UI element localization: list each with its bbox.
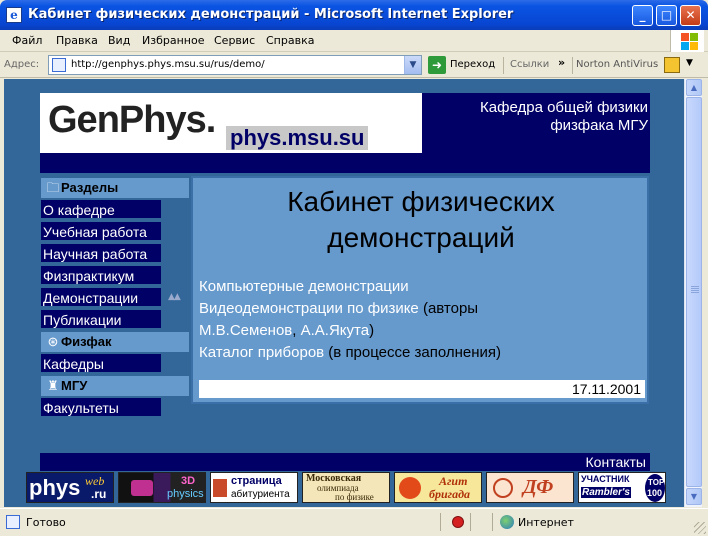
resize-grip[interactable] bbox=[694, 522, 706, 534]
menu-bar: Файл Правка Вид Избранное Сервис Справка bbox=[0, 30, 708, 52]
address-dropdown-button[interactable]: ▼ bbox=[404, 56, 421, 74]
nav-section-mgu[interactable]: ♜ МГУ bbox=[41, 376, 189, 396]
status-divider bbox=[470, 513, 471, 531]
title-bar: e Кабинет физических демонстраций - Micr… bbox=[0, 0, 708, 30]
logo-domain: phys.msu.su bbox=[226, 126, 369, 150]
page-status-icon bbox=[6, 515, 20, 529]
tagline-line1: Кафедра общей физики bbox=[480, 99, 648, 116]
toolbar-divider bbox=[503, 57, 504, 74]
tagline-line2: физфака МГУ bbox=[550, 117, 648, 134]
scroll-down-button[interactable]: ▼ bbox=[686, 488, 702, 505]
close-button[interactable]: ✕ bbox=[680, 5, 701, 26]
nav-section-label[interactable]: Физфак bbox=[61, 334, 112, 349]
link-catalog[interactable]: Каталог приборов bbox=[199, 344, 324, 361]
authors-text: (авторы bbox=[418, 300, 479, 317]
atom-icon: ⊛ bbox=[47, 334, 59, 349]
header-tagline: Кафедра общей физики физфака МГУ bbox=[424, 99, 648, 135]
norton-antivirus-label[interactable]: Norton AntiVirus bbox=[576, 59, 658, 70]
nav-item-kafedry[interactable]: Кафедры bbox=[41, 354, 161, 374]
go-arrow-icon[interactable]: ➜ bbox=[428, 56, 446, 74]
maximize-button[interactable]: □ bbox=[656, 5, 677, 26]
nav-section-label[interactable]: МГУ bbox=[61, 378, 87, 393]
banner-olympiad[interactable]: Московская олимпиада по физике bbox=[302, 472, 390, 503]
menu-favorites[interactable]: Избранное bbox=[142, 34, 204, 47]
scroll-thumb[interactable] bbox=[686, 97, 702, 487]
3d-cube-icon bbox=[131, 480, 153, 496]
banner-df[interactable]: ДФ bbox=[486, 472, 574, 503]
authors-separator: , bbox=[292, 322, 301, 339]
active-arrows-icon: ▲▲ bbox=[168, 292, 181, 302]
minimize-button[interactable]: _ bbox=[632, 5, 653, 26]
address-input[interactable]: http://genphys.phys.msu.su/rus/demo/ ▼ bbox=[48, 55, 422, 75]
banner-rambler-top100[interactable]: УЧАСТНИК Rambler's TOP 100 bbox=[578, 472, 666, 503]
vertical-scrollbar[interactable]: ▲ ▼ bbox=[684, 79, 702, 507]
main-content: Кабинет физических демонстраций Компьюте… bbox=[191, 176, 649, 404]
contacts-link[interactable]: Контакты bbox=[40, 453, 650, 471]
banner-abiturient[interactable]: страница абитуриента bbox=[210, 472, 298, 503]
agitbrigada-logo-icon bbox=[399, 477, 421, 499]
norton-dropdown-icon[interactable]: ▼ bbox=[686, 58, 693, 68]
authors-close: ) bbox=[369, 322, 375, 339]
catalog-note: (в процессе заполнения) bbox=[324, 344, 502, 361]
links-button[interactable]: Ссылки bbox=[510, 59, 549, 70]
building-icon: ♜ bbox=[47, 378, 59, 393]
banner-physweb[interactable]: phys web .ru bbox=[26, 472, 114, 503]
header-stripe bbox=[40, 157, 650, 173]
address-toolbar: Адрес: http://genphys.phys.msu.su/rus/de… bbox=[0, 53, 708, 78]
toolbar-divider bbox=[572, 57, 573, 74]
status-divider bbox=[492, 513, 493, 531]
go-label[interactable]: Переход bbox=[450, 59, 495, 70]
link-video-demos[interactable]: Видеодемонстрации по физике bbox=[199, 300, 419, 317]
norton-icon[interactable] bbox=[664, 57, 680, 73]
link-author-semenov[interactable]: М.В.Семенов bbox=[199, 322, 292, 339]
page-viewport: GenPhys. phys.msu.su Кафедра общей физик… bbox=[4, 79, 684, 507]
menu-view[interactable]: Вид bbox=[108, 34, 130, 47]
site-logo[interactable]: GenPhys. phys.msu.su bbox=[40, 93, 422, 153]
nav-item-fakultety[interactable]: Факультеты bbox=[41, 398, 161, 418]
banner-strip: phys web .ru 3D physics страница абитури… bbox=[26, 472, 666, 504]
nav-item-publikatsii[interactable]: Публикации bbox=[41, 310, 161, 330]
logo-genphys: GenPhys. bbox=[48, 99, 216, 141]
menu-file[interactable]: Файл bbox=[12, 34, 42, 47]
nav-section-razdely: 🗀 Разделы bbox=[41, 178, 189, 198]
page-icon bbox=[52, 58, 66, 72]
content-links: Компьютерные демонстрации Видеодемонстра… bbox=[199, 276, 501, 364]
nav-item-fizpraktikum[interactable]: Физпрактикум bbox=[41, 266, 161, 286]
windows-logo-icon bbox=[670, 30, 704, 52]
menu-help[interactable]: Справка bbox=[266, 34, 314, 47]
address-label: Адрес: bbox=[4, 59, 40, 70]
popup-blocked-icon[interactable] bbox=[452, 516, 464, 528]
update-date: 17.11.2001 bbox=[199, 380, 645, 398]
page-title: Кабинет физических демонстраций bbox=[193, 184, 649, 256]
menu-tools[interactable]: Сервис bbox=[214, 34, 255, 47]
page-title-line2: демонстраций bbox=[327, 222, 515, 253]
status-text: Готово bbox=[26, 516, 66, 529]
link-computer-demos[interactable]: Компьютерные демонстрации bbox=[199, 278, 409, 295]
book-icon bbox=[213, 479, 227, 497]
status-bar: Готово Интернет bbox=[0, 508, 708, 536]
link-author-yakuta[interactable]: А.А.Якута bbox=[301, 322, 369, 339]
nav-section-label: Разделы bbox=[61, 180, 119, 195]
address-url[interactable]: http://genphys.phys.msu.su/rus/demo/ bbox=[71, 59, 265, 70]
nav-item-demonstratsii[interactable]: Демонстрации bbox=[41, 288, 161, 308]
banner-3d-physics[interactable]: 3D physics bbox=[118, 472, 206, 503]
scroll-up-button[interactable]: ▲ bbox=[686, 79, 702, 96]
df-face-icon bbox=[493, 478, 513, 498]
page-title-line1: Кабинет физических bbox=[287, 186, 555, 217]
nav-item-uchebnaya-rabota[interactable]: Учебная работа bbox=[41, 222, 161, 242]
chevron-right-icon[interactable]: » bbox=[558, 56, 565, 69]
status-divider bbox=[440, 513, 441, 531]
folder-icon: 🗀 bbox=[46, 180, 60, 195]
menu-edit[interactable]: Правка bbox=[56, 34, 98, 47]
security-zone-label: Интернет bbox=[518, 516, 574, 529]
banner-agitbrigada[interactable]: Агит бригада bbox=[394, 472, 482, 503]
ie-icon: e bbox=[6, 7, 22, 23]
window-title: Кабинет физических демонстраций - Micros… bbox=[28, 7, 514, 22]
nav-item-nauchnaya-rabota[interactable]: Научная работа bbox=[41, 244, 161, 264]
nav-section-fizfak[interactable]: ⊛ Физфак bbox=[41, 332, 189, 352]
internet-zone-icon bbox=[500, 515, 514, 529]
scroll-grip-icon bbox=[691, 286, 699, 287]
nav-item-o-kafedre[interactable]: О кафедре bbox=[41, 200, 161, 220]
